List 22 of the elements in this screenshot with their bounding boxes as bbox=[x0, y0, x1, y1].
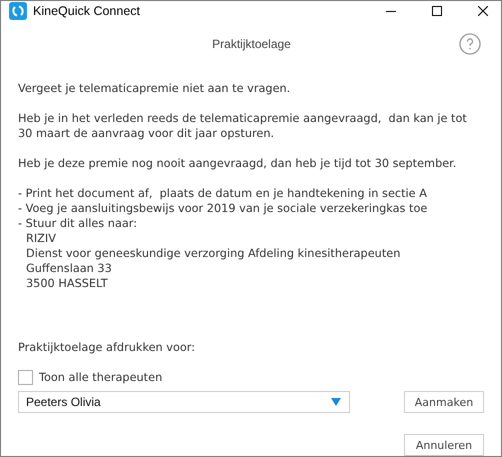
address-line: Dienst voor geneeskundige verzorging Afdeling kinesitherapeuten bbox=[25, 246, 402, 261]
help-icon[interactable] bbox=[459, 33, 481, 55]
window-title: KineQuick Connect bbox=[33, 4, 140, 18]
print-for-label: Praktijktoelage afdrukken voor: bbox=[18, 341, 196, 354]
create-button[interactable]: Aanmaken bbox=[404, 391, 484, 413]
info-paragraph: Heb je deze premie nog nooit aangevraagd, dan heb je tijd tot 30 september. bbox=[18, 156, 458, 171]
address-line: 3500 HASSELT bbox=[25, 276, 109, 291]
instruction-step: - Print het document af, plaats de datum en je handtekening in sectie A bbox=[18, 186, 485, 201]
maximize-icon[interactable] bbox=[432, 6, 442, 16]
instruction-step: - Stuur dit alles naar: bbox=[18, 216, 485, 231]
cancel-button[interactable]: Annuleren bbox=[404, 434, 484, 456]
address-line: RIZIV bbox=[25, 231, 57, 246]
close-icon[interactable] bbox=[478, 6, 488, 16]
checkbox-label: Toon alle therapeuten bbox=[39, 371, 162, 384]
therapist-dropdown[interactable]: Peeters Olivia bbox=[18, 391, 350, 413]
dropdown-caret-icon bbox=[331, 398, 341, 406]
info-paragraph: Heb je in het verleden reeds de telematicapremie aangevraagd, dan kan je tot 30 maart de aanvraag voor dit jaar opsturen. bbox=[18, 111, 468, 141]
address-line: Guffenslaan 33 bbox=[25, 261, 113, 276]
dialog-title: Praktijktoelage bbox=[212, 37, 291, 51]
info-paragraph: Vergeet je telematicapremie niet aan te vragen. bbox=[18, 81, 292, 96]
checkbox[interactable] bbox=[18, 370, 33, 385]
instruction-step: - Voeg je aansluitingsbewijs voor 2019 van je sociale verzekeringkas toe bbox=[18, 201, 485, 216]
